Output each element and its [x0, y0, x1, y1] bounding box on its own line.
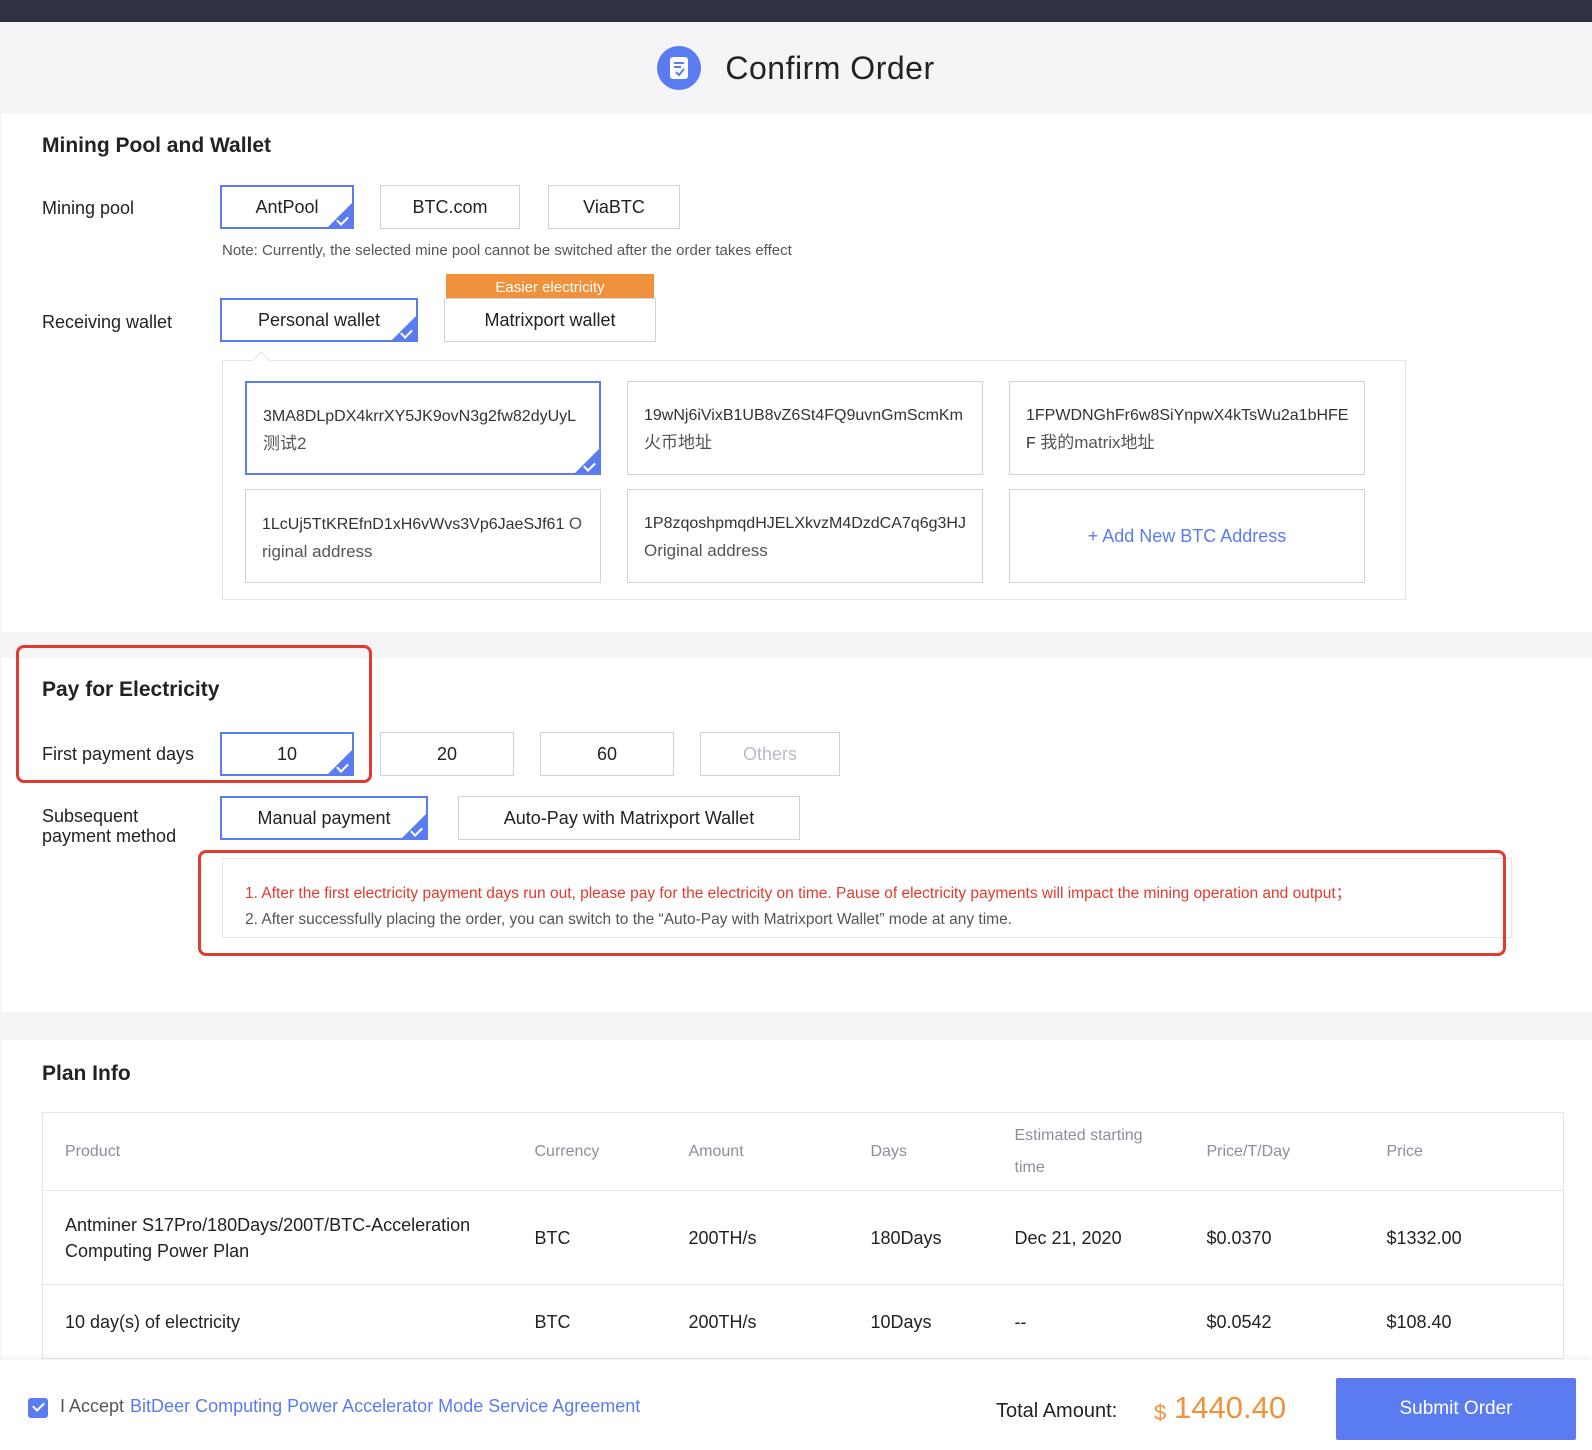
payment-tips: 1. After the first electricity payment d…: [222, 858, 1512, 938]
col-currency: Currency: [512, 1112, 667, 1191]
selected-check-icon: [328, 203, 352, 227]
days-option-others[interactable]: Others: [700, 732, 840, 776]
col-start-time: Estimated starting time: [992, 1112, 1185, 1191]
pool-option-btccom[interactable]: BTC.com: [380, 185, 520, 229]
currency-symbol: $: [1154, 1400, 1167, 1425]
pool-option-viabtc[interactable]: ViaBTC: [548, 185, 680, 229]
electricity-section: Pay for Electricity First payment days 1…: [2, 658, 1592, 1012]
order-footer: I Accept BitDeer Computing Power Accelera…: [0, 1360, 1592, 1450]
address-card[interactable]: 1P8zqoshpmqdHJELXkvzM4DzdCA7q6g3HJ Origi…: [627, 489, 983, 583]
easier-electricity-badge: Easier electricity: [446, 274, 654, 306]
address-panel: 3MA8DLpDX4krrXY5JK9ovN3g2fw82dyUyL 测试2 1…: [222, 360, 1406, 600]
mining-pool-wallet-section: Mining Pool and Wallet Mining pool AntPo…: [2, 114, 1592, 632]
payment-method-label: Subsequent payment method: [42, 806, 177, 846]
plan-info-section: Plan Info Product Currency Amount Days E…: [2, 1040, 1592, 1360]
tip-warning: 1. After the first electricity payment d…: [245, 885, 1352, 902]
page-header: Confirm Order: [0, 22, 1592, 114]
total-amount-label: Total Amount:: [996, 1400, 1118, 1422]
table-row: 10 day(s) of electricity BTC 200TH/s 10D…: [42, 1284, 1564, 1359]
section-title: Mining Pool and Wallet: [42, 134, 272, 157]
address-card[interactable]: 1FPWDNGhFr6w8SiYnpwX4kTsWu2a1bHFEF 我的mat…: [1009, 381, 1365, 475]
table-header-row: Product Currency Amount Days Estimated s…: [42, 1112, 1564, 1191]
agreement-checkbox[interactable]: [28, 1398, 48, 1418]
address-card[interactable]: 1LcUj5TtKREfnD1xH6vWvs3Vp6JaeSJf61 Origi…: [245, 489, 601, 583]
col-price: Price: [1364, 1112, 1564, 1191]
selected-check-icon: [392, 316, 416, 340]
agreement-link[interactable]: BitDeer Computing Power Accelerator Mode…: [130, 1396, 640, 1416]
section-title: Plan Info: [42, 1062, 131, 1085]
col-product: Product: [42, 1112, 513, 1191]
receiving-wallet-label: Receiving wallet: [42, 312, 173, 332]
order-confirm-icon: [657, 46, 702, 90]
days-option-20[interactable]: 20: [380, 732, 514, 776]
col-price-per-t-day: Price/T/Day: [1184, 1112, 1365, 1191]
agreement-text: I Accept BitDeer Computing Power Accelera…: [60, 1396, 641, 1416]
selected-check-icon: [575, 449, 599, 473]
pool-option-antpool[interactable]: AntPool: [220, 185, 354, 229]
wallet-option-matrixport[interactable]: Matrixport wallet: [444, 298, 656, 342]
days-option-10[interactable]: 10: [220, 732, 354, 776]
add-btc-address-button[interactable]: + Add New BTC Address: [1009, 489, 1365, 583]
method-option-autopay[interactable]: Auto-Pay with Matrixport Wallet: [458, 796, 800, 840]
top-bar: [0, 0, 1592, 22]
section-title: Pay for Electricity: [42, 678, 220, 701]
col-days: Days: [848, 1112, 993, 1191]
page-title: Confirm Order: [725, 49, 935, 86]
selected-check-icon: [328, 750, 352, 774]
address-card[interactable]: 3MA8DLpDX4krrXY5JK9ovN3g2fw82dyUyL 测试2: [245, 381, 601, 475]
wallet-option-personal[interactable]: Personal wallet: [220, 298, 418, 342]
mining-pool-label: Mining pool: [42, 198, 135, 218]
address-card[interactable]: 19wNj6iVixB1UB8vZ6St4FQ9uvnGmScmKm 火币地址: [627, 381, 983, 475]
tip-info: 2. After successfully placing the order,…: [245, 911, 1013, 928]
first-payment-days-label: First payment days: [42, 744, 195, 764]
total-amount-value: 1440.40: [1174, 1390, 1287, 1425]
selected-check-icon: [402, 814, 426, 838]
col-amount: Amount: [666, 1112, 849, 1191]
table-row: Antminer S17Pro/180Days/200T/BTC-Acceler…: [42, 1190, 1564, 1285]
submit-order-button[interactable]: Submit Order: [1336, 1378, 1576, 1440]
pool-note: Note: Currently, the selected mine pool …: [222, 242, 792, 259]
method-option-manual[interactable]: Manual payment: [220, 796, 428, 840]
days-option-60[interactable]: 60: [540, 732, 674, 776]
plan-table: Product Currency Amount Days Estimated s…: [42, 1112, 1564, 1359]
